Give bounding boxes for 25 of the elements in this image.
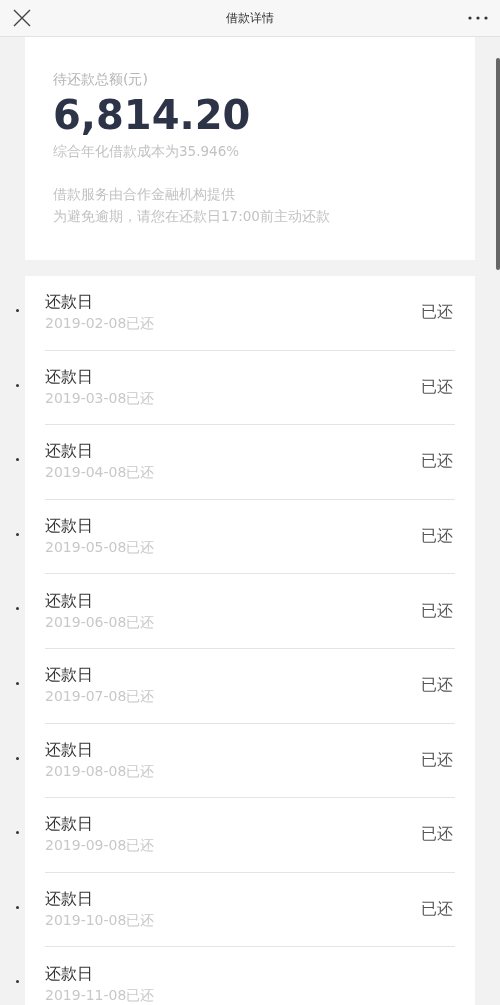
row-title: 还款日: [45, 964, 94, 986]
row-status: 已还: [421, 899, 453, 921]
row-status: 已还: [421, 376, 453, 398]
row-status: 已还: [421, 451, 453, 473]
note-text: 借款服务由合作金融机构提供: [53, 185, 236, 204]
row-title: 还款日: [45, 366, 94, 388]
row-title: 还款日: [45, 516, 94, 538]
row-status: 已还: [421, 749, 453, 771]
rate-text: 综合年化借款成本为35.946%: [53, 143, 241, 161]
row-status: 已还: [421, 302, 453, 324]
row-title: 还款日: [45, 739, 94, 761]
amount-value: 6,814.20: [53, 91, 252, 139]
row-status: 已还: [421, 824, 453, 846]
row-title: 还款日: [45, 814, 94, 836]
row-title: 还款日: [45, 441, 94, 463]
row-status: 已还: [421, 600, 453, 622]
row-title: 还款日: [45, 889, 94, 911]
page-title: 借款详情: [226, 9, 274, 27]
amount-label: 待还款总额(元): [53, 71, 149, 89]
note-text: 为避免逾期，请您在还款日17:00前主动还款: [53, 207, 331, 226]
row-status: 已还: [421, 526, 453, 548]
row-status: 已还: [421, 675, 453, 697]
row-title: 还款日: [45, 292, 94, 314]
row-title: 还款日: [45, 590, 94, 612]
row-title: 还款日: [45, 665, 94, 687]
